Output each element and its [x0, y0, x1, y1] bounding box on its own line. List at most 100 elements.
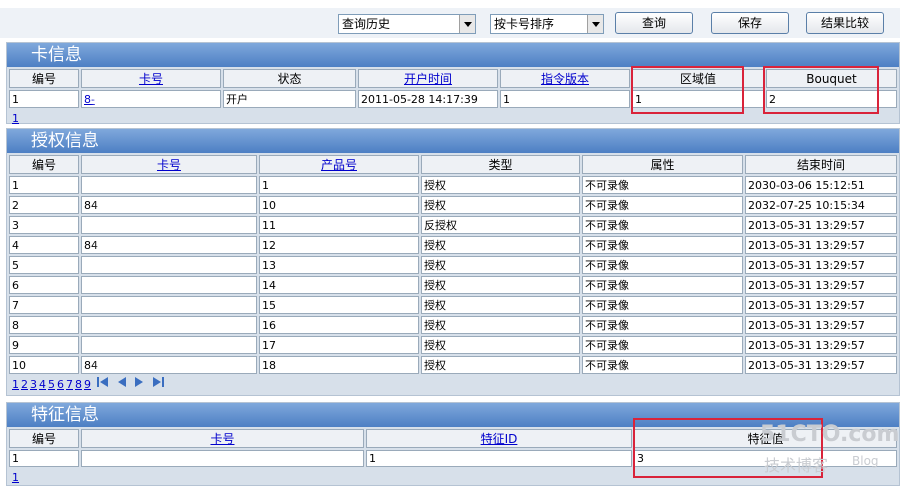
last-page-icon[interactable]	[152, 376, 164, 394]
cell-text: 不可录像	[585, 199, 629, 212]
col-header: 编号	[9, 69, 79, 88]
page-link[interactable]: 5	[48, 378, 55, 391]
card-number-cell: 84	[81, 196, 257, 214]
page-link[interactable]: 2	[21, 378, 28, 391]
table-cell: 不可录像	[582, 256, 743, 274]
cell-text: 2013-05-31 13:29:57	[748, 218, 865, 232]
col-header: 编号	[9, 429, 79, 448]
query-toolbar: 查询历史 按卡号排序 查询 保存 结果比较	[0, 8, 900, 38]
redacted-mask	[84, 179, 199, 192]
page-link[interactable]: 4	[39, 378, 46, 391]
card-number-cell	[81, 216, 257, 234]
auth-pager: 123456789	[7, 376, 899, 394]
redacted-mask	[98, 359, 213, 372]
table-cell: 7	[9, 296, 79, 314]
col-header-sort[interactable]: 开户时间	[358, 69, 498, 88]
table-cell: 16	[259, 316, 419, 334]
compare-button[interactable]: 结果比较	[806, 12, 884, 34]
col-header-sort[interactable]: 特征ID	[366, 429, 632, 448]
page-link[interactable]: 1	[12, 471, 19, 484]
card-number-text[interactable]: 8-	[84, 93, 95, 106]
page-link[interactable]: 1	[12, 112, 19, 125]
col-header-sort[interactable]: 卡号	[81, 429, 364, 448]
sort-select-value: 按卡号排序	[494, 17, 555, 31]
first-page-icon[interactable]	[97, 376, 109, 394]
query-button[interactable]: 查询	[615, 12, 693, 34]
table-cell: 不可录像	[582, 176, 743, 194]
card-number-cell	[81, 276, 257, 294]
cell-text: 2032-07-25 10:15:34	[748, 198, 865, 212]
table-cell: 2013-05-31 13:29:57	[745, 336, 897, 354]
table-cell: 不可录像	[582, 296, 743, 314]
cell-text: 84	[84, 238, 98, 252]
table-cell: 2011-05-28 14:17:39	[358, 90, 498, 108]
table-cell: 1	[9, 176, 79, 194]
card-number-cell	[81, 316, 257, 334]
page-link[interactable]: 1	[12, 378, 19, 391]
col-header-sort[interactable]: 产品号	[259, 155, 419, 174]
sort-select[interactable]: 按卡号排序	[490, 14, 604, 34]
prev-page-icon[interactable]	[117, 376, 127, 394]
table-cell: 10	[9, 356, 79, 374]
col-header-sort[interactable]: 指令版本	[500, 69, 630, 88]
table-cell: 6	[9, 276, 79, 294]
table-cell: 授权	[421, 236, 580, 254]
cell-text: 8	[12, 318, 19, 332]
page-link[interactable]: 6	[57, 378, 64, 391]
history-select[interactable]: 查询历史	[338, 14, 476, 34]
cell-text: 授权	[424, 199, 446, 212]
table-cell: 不可录像	[582, 276, 743, 294]
table-cell: 不可录像	[582, 316, 743, 334]
cell-text: 不可录像	[585, 359, 629, 372]
cell-text: 2013-05-31 13:29:57	[748, 358, 865, 372]
card-info-title: 卡信息	[7, 43, 899, 67]
watermark-text: 技术博客	[764, 456, 829, 475]
save-button[interactable]: 保存	[711, 12, 789, 34]
page-link[interactable]: 7	[66, 378, 73, 391]
page-link[interactable]: 8	[75, 378, 82, 391]
watermark-logo: 51CTO.com	[760, 422, 900, 447]
table-cell: 5	[9, 256, 79, 274]
table-row: 7 15 授权 不可录像 2013-05-31 13:29:57	[9, 296, 897, 314]
card-number-cell	[81, 296, 257, 314]
col-header: 编号	[9, 155, 79, 174]
col-header-sort[interactable]: 卡号	[81, 69, 221, 88]
table-cell: 1	[9, 90, 79, 108]
cell-text: 9	[12, 338, 19, 352]
chevron-down-icon[interactable]	[587, 15, 603, 33]
cell-text: 不可录像	[585, 279, 629, 292]
chevron-down-icon[interactable]	[459, 15, 475, 33]
card-number-link[interactable]: 8-	[81, 90, 221, 108]
table-cell: 15	[259, 296, 419, 314]
table-cell: 1	[366, 450, 632, 467]
cell-text: 不可录像	[585, 219, 629, 232]
table-cell: 授权	[421, 356, 580, 374]
table-cell: 18	[259, 356, 419, 374]
cell-text: 不可录像	[585, 179, 629, 192]
col-header: 类型	[421, 155, 580, 174]
table-cell: 开户	[223, 90, 356, 108]
page-link[interactable]: 9	[84, 378, 91, 391]
table-cell: 不可录像	[582, 216, 743, 234]
table-cell: 2013-05-31 13:29:57	[745, 276, 897, 294]
col-header: 结束时间	[745, 155, 897, 174]
cell-text: 2013-05-31 13:29:57	[748, 258, 865, 272]
cell-text: 授权	[424, 179, 446, 192]
cell-text: 2013-05-31 13:29:57	[748, 298, 865, 312]
redacted-mask	[84, 299, 199, 312]
cell-text: 84	[84, 358, 98, 372]
table-cell: 授权	[421, 296, 580, 314]
cell-text: 授权	[424, 259, 446, 272]
table-row: 5 13 授权 不可录像 2013-05-31 13:29:57	[9, 256, 897, 274]
table-cell: 12	[259, 236, 419, 254]
table-cell: 不可录像	[582, 236, 743, 254]
redacted-mask	[84, 453, 199, 465]
cell-text: 16	[262, 318, 276, 332]
redacted-mask	[84, 319, 199, 332]
col-header-sort[interactable]: 卡号	[81, 155, 257, 174]
page-link[interactable]: 3	[30, 378, 37, 391]
cell-text: 2	[12, 198, 19, 212]
next-page-icon[interactable]	[134, 376, 144, 394]
cell-text: 授权	[424, 319, 446, 332]
cell-text: 6	[12, 278, 19, 292]
